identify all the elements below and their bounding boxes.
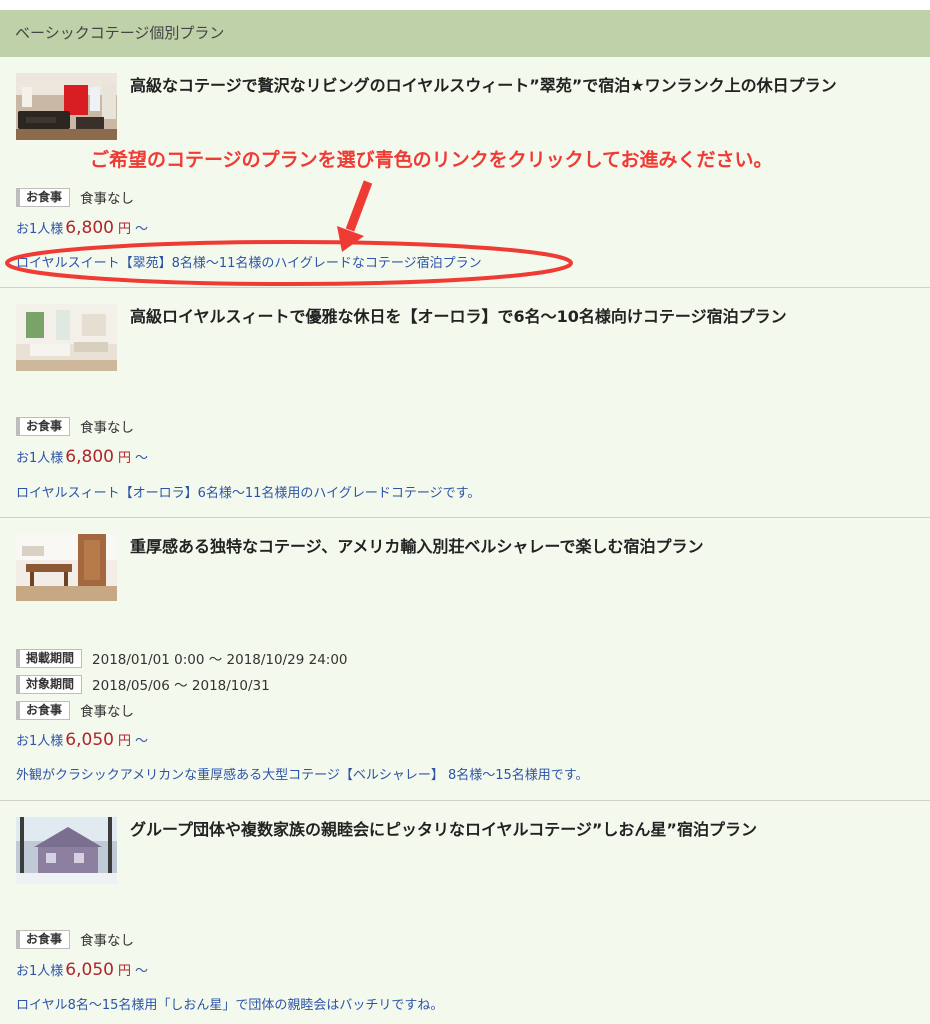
target-period-value: 2018/05/06 ～ 2018/10/31 bbox=[92, 678, 270, 694]
yen-label: 円 bbox=[117, 451, 131, 466]
plan-card: 重厚感ある独特なコテージ、アメリカ輸入別荘ベルシャレーで楽しむ宿泊プラン 掲載期… bbox=[0, 518, 930, 801]
yen-label: 円 bbox=[117, 734, 131, 749]
per-person-label: お1人様 bbox=[16, 964, 64, 979]
meal-tag: お食事 bbox=[16, 187, 71, 207]
meal-value: 食事なし bbox=[80, 420, 135, 436]
plan-title[interactable]: 高級ロイヤルスィートで優雅な休日を【オーロラ】で6名～10名様向けコテージ宿泊プ… bbox=[130, 306, 920, 328]
meal-value: 食事なし bbox=[80, 704, 135, 720]
plan-card: 高級なコテージで贅沢なリビングのロイヤルスウィート”翠苑”で宿泊★ワンランク上の… bbox=[0, 57, 930, 288]
plan-title[interactable]: グループ団体や複数家族の親睦会にピッタリなロイヤルコテージ”しおん星”宿泊プラン bbox=[130, 819, 920, 841]
per-person-label: お1人様 bbox=[16, 451, 64, 466]
price-value: 6,050 bbox=[65, 960, 114, 980]
meal-tag: お食事 bbox=[16, 929, 71, 949]
meal-value: 食事なし bbox=[80, 191, 135, 207]
yen-label: 円 bbox=[117, 964, 131, 979]
plan-link[interactable]: ロイヤル8名～15名様用「しおん星」で団体の親睦会はバッチリですね。 bbox=[16, 994, 443, 1013]
price-row: お1人様 6,050 円 ～ bbox=[16, 730, 148, 750]
from-label: ～ bbox=[134, 451, 148, 466]
plan-photo-shionboshi-exterior[interactable] bbox=[16, 817, 117, 884]
plan-photo-living-room[interactable] bbox=[16, 73, 117, 140]
from-label: ～ bbox=[134, 222, 148, 237]
annotation-instruction: ご希望のコテージのプランを選び青色のリンクをクリックしてお進みください。 bbox=[90, 149, 773, 171]
price-value: 6,800 bbox=[65, 218, 114, 238]
plan-link[interactable]: 外観がクラシックアメリカンな重厚感ある大型コテージ【ベルシャレー】 8名様～15… bbox=[16, 764, 588, 783]
meal-tag: お食事 bbox=[16, 416, 71, 436]
price-value: 6,050 bbox=[65, 730, 114, 750]
plan-link[interactable]: ロイヤルスイート【翠苑】8名様～11名様のハイグレードなコテージ宿泊プラン bbox=[16, 252, 482, 271]
meal-row: お食事 食事なし bbox=[16, 416, 134, 436]
page: ベーシックコテージ個別プラン 高級なコテージで贅沢なリビングのロイヤルスウィート… bbox=[0, 0, 930, 1024]
per-person-label: お1人様 bbox=[16, 222, 64, 237]
price-row: お1人様 6,050 円 ～ bbox=[16, 960, 148, 980]
plan-title[interactable]: 重厚感ある独特なコテージ、アメリカ輸入別荘ベルシャレーで楽しむ宿泊プラン bbox=[130, 536, 920, 558]
section-title: ベーシックコテージ個別プラン bbox=[15, 24, 225, 42]
per-person-label: お1人様 bbox=[16, 734, 64, 749]
meal-row: お食事 食事なし bbox=[16, 187, 134, 207]
price-row: お1人様 6,800 円 ～ bbox=[16, 218, 148, 238]
plan-card: 高級ロイヤルスィートで優雅な休日を【オーロラ】で6名～10名様向けコテージ宿泊プ… bbox=[0, 288, 930, 518]
plan-card: グループ団体や複数家族の親睦会にピッタリなロイヤルコテージ”しおん星”宿泊プラン… bbox=[0, 801, 930, 1024]
posting-period-value: 2018/01/01 0:00 ～ 2018/10/29 24:00 bbox=[92, 652, 348, 668]
plan-link[interactable]: ロイヤルスィート【オーロラ】6名様～11名様用のハイグレードコテージです。 bbox=[16, 482, 480, 501]
yen-label: 円 bbox=[117, 222, 131, 237]
meal-row: お食事 食事なし bbox=[16, 700, 134, 720]
from-label: ～ bbox=[134, 964, 148, 979]
plan-photo-bellchalet-kitchen[interactable] bbox=[16, 534, 117, 601]
plan-title[interactable]: 高級なコテージで贅沢なリビングのロイヤルスウィート”翠苑”で宿泊★ワンランク上の… bbox=[130, 75, 920, 97]
target-period-row: 対象期間 2018/05/06 ～ 2018/10/31 bbox=[16, 674, 270, 694]
posting-period-tag: 掲載期間 bbox=[16, 648, 83, 668]
meal-tag: お食事 bbox=[16, 700, 71, 720]
top-strip bbox=[0, 0, 930, 10]
price-value: 6,800 bbox=[65, 447, 114, 467]
target-period-tag: 対象期間 bbox=[16, 674, 83, 694]
meal-row: お食事 食事なし bbox=[16, 929, 134, 949]
plan-photo-aurora-room[interactable] bbox=[16, 304, 117, 371]
posting-period-row: 掲載期間 2018/01/01 0:00 ～ 2018/10/29 24:00 bbox=[16, 648, 348, 668]
section-header: ベーシックコテージ個別プラン bbox=[0, 10, 930, 57]
meal-value: 食事なし bbox=[80, 933, 135, 949]
from-label: ～ bbox=[134, 734, 148, 749]
price-row: お1人様 6,800 円 ～ bbox=[16, 447, 148, 467]
